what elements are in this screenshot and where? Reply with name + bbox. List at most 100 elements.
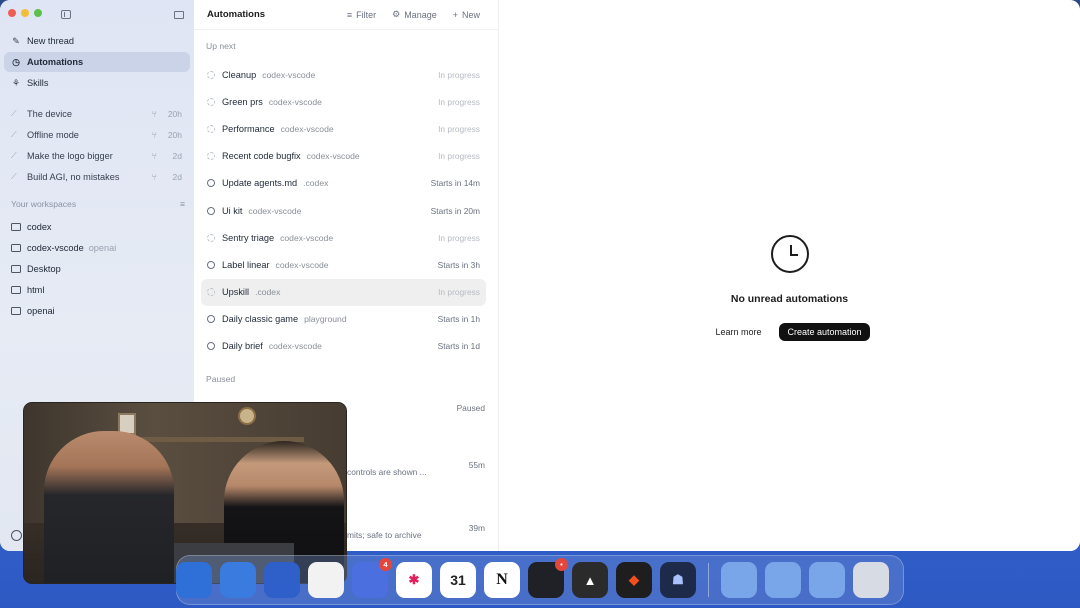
folder-icon bbox=[11, 285, 21, 294]
calendar-day: 31 bbox=[450, 572, 466, 588]
branch-icon: ⑂ bbox=[151, 150, 157, 161]
status-circle-icon bbox=[207, 315, 215, 324]
trash-icon[interactable] bbox=[853, 562, 889, 598]
filter-button[interactable]: ≡ Filter bbox=[347, 9, 376, 20]
automation-row[interactable]: Upskill .codex In progress bbox=[201, 278, 486, 306]
workspace-item[interactable]: html bbox=[4, 279, 190, 300]
branch-icon: ⑂ bbox=[151, 108, 157, 119]
thread-item[interactable]: ⟋ The device ⑂ 20h bbox=[4, 103, 190, 124]
chatgpt-icon[interactable] bbox=[308, 562, 344, 598]
thread-item[interactable]: ⟋ Make the logo bigger ⑂ 2d bbox=[4, 145, 190, 166]
ghost-app-icon[interactable]: ☗ bbox=[660, 562, 696, 598]
manage-label: Manage bbox=[404, 9, 437, 20]
sidebar-item-new-thread[interactable]: ✎ New thread bbox=[4, 31, 190, 51]
slack-icon[interactable]: ✱ bbox=[396, 562, 432, 598]
create-automation-button[interactable]: Create automation bbox=[779, 323, 870, 341]
automation-name: Update agents.md bbox=[222, 178, 298, 189]
window-controls bbox=[8, 9, 42, 17]
filter-icon: ≡ bbox=[346, 9, 353, 20]
workspace-label: codex bbox=[27, 221, 52, 232]
minimize-window-button[interactable] bbox=[21, 9, 29, 17]
thread-label: Offline mode bbox=[27, 129, 79, 140]
automation-status: 55m bbox=[468, 460, 485, 470]
thread-item[interactable]: ⟋ Build AGI, no mistakes ⑂ 2d bbox=[4, 166, 190, 187]
automation-status: In progress bbox=[438, 232, 480, 243]
workspace-item[interactable]: codex-vscode openai bbox=[4, 237, 190, 258]
new-button[interactable]: + New bbox=[453, 9, 480, 20]
skills-icon: ⚘ bbox=[11, 77, 21, 88]
workspace-sublabel: openai bbox=[88, 242, 117, 253]
thread-list: ⟋ The device ⑂ 20h ⟋ Offline mode ⑂ 20h … bbox=[4, 103, 190, 187]
safari-icon[interactable] bbox=[176, 562, 212, 598]
sidebar-nav: ✎ New thread ◷ Automations ⚘ Skills bbox=[4, 31, 190, 94]
edit-icon: ✎ bbox=[12, 35, 20, 46]
thread-item[interactable]: ⟋ Offline mode ⑂ 20h bbox=[4, 124, 190, 145]
sidebar-toggle-icon[interactable] bbox=[61, 10, 71, 19]
settings-icon[interactable] bbox=[11, 530, 22, 541]
sidebar-item-skills[interactable]: ⚘ Skills bbox=[4, 73, 190, 93]
automation-row[interactable]: Update agents.md .codex Starts in 14m bbox=[201, 170, 486, 197]
figma-icon[interactable]: ◆ bbox=[616, 562, 652, 598]
automation-status: Starts in 14m bbox=[430, 178, 480, 189]
sort-icon[interactable]: ≡ bbox=[180, 199, 185, 209]
automation-name: Daily brief bbox=[222, 341, 263, 352]
automation-project: codex-vscode bbox=[275, 259, 329, 270]
folder-icon[interactable] bbox=[721, 562, 757, 598]
finder-icon[interactable] bbox=[220, 562, 256, 598]
status-circle-icon bbox=[207, 206, 215, 215]
clock-icon: ◷ bbox=[12, 56, 20, 67]
mail-icon[interactable]: 4 bbox=[352, 558, 392, 598]
folder-icon bbox=[11, 222, 21, 231]
workspace-label: openai bbox=[27, 305, 55, 316]
zoom-window-button[interactable] bbox=[34, 9, 42, 17]
automation-project: codex-vscode bbox=[280, 123, 334, 134]
close-window-button[interactable] bbox=[8, 9, 16, 17]
workspaces-title: Your workspaces bbox=[11, 199, 77, 209]
manage-button[interactable]: ⚙ Manage bbox=[392, 9, 437, 20]
automation-summary: mits; safe to archive bbox=[347, 530, 422, 540]
folder-icon bbox=[11, 306, 21, 315]
downloads-folder-icon[interactable] bbox=[765, 562, 801, 598]
automation-row[interactable]: Recent code bugfix codex-vscode In progres… bbox=[201, 143, 486, 170]
notion-icon[interactable]: N bbox=[484, 562, 520, 598]
folder-icon bbox=[11, 264, 21, 273]
empty-state-title: No unread automations bbox=[730, 293, 849, 305]
automation-project: .codex bbox=[255, 287, 281, 298]
workspace-label: Desktop bbox=[27, 263, 61, 274]
workspace-item[interactable]: openai bbox=[4, 300, 190, 321]
learn-more-button[interactable]: Learn more bbox=[709, 323, 767, 341]
automation-row[interactable]: Ui kit codex-vscode Starts in 20m bbox=[201, 197, 486, 224]
automation-name: Ui kit bbox=[222, 205, 243, 216]
list-header: Automations ≡ Filter ⚙ Manage + New bbox=[194, 0, 498, 30]
browser-icon[interactable] bbox=[264, 562, 300, 598]
sidebar-item-label: Automations bbox=[27, 57, 84, 67]
automation-name: Recent code bugfix bbox=[222, 151, 301, 162]
pin-icon: ⟋ bbox=[11, 171, 17, 181]
status-spinner-icon bbox=[207, 70, 215, 79]
calendar-icon[interactable]: 31 bbox=[440, 562, 476, 598]
empty-state-actions: Learn more Create automation bbox=[709, 323, 870, 341]
automation-row[interactable]: Cleanup codex-vscode In progress bbox=[201, 61, 486, 88]
thread-age: 2d bbox=[172, 150, 182, 161]
automation-row[interactable]: Sentry triage codex-vscode In progress bbox=[201, 224, 486, 251]
automation-row[interactable]: Daily classic game playground Starts in 1h bbox=[201, 306, 486, 333]
automation-project: codex-vscode bbox=[262, 69, 316, 80]
workspace-item[interactable]: codex bbox=[4, 216, 190, 237]
new-folder-icon[interactable] bbox=[174, 11, 184, 19]
automation-project: playground bbox=[304, 314, 347, 325]
new-label: New bbox=[461, 9, 480, 20]
linear-icon[interactable]: • bbox=[528, 558, 568, 598]
cube-app-icon[interactable]: ▲ bbox=[572, 562, 608, 598]
automation-row[interactable]: Daily brief codex-vscode Starts in 1d bbox=[201, 333, 486, 360]
applications-folder-icon[interactable] bbox=[809, 562, 845, 598]
thread-label: Make the logo bigger bbox=[27, 150, 113, 161]
status-circle-icon bbox=[207, 260, 215, 269]
workspace-item[interactable]: Desktop bbox=[4, 258, 190, 279]
automation-row[interactable]: Performance codex-vscode In progress bbox=[201, 115, 486, 142]
dock-separator bbox=[708, 563, 709, 597]
automation-row[interactable]: Green prs codex-vscode In progress bbox=[201, 88, 486, 115]
sidebar-item-automations[interactable]: ◷ Automations bbox=[4, 52, 190, 72]
automation-name: Cleanup bbox=[222, 69, 257, 80]
automation-status: In progress bbox=[438, 287, 480, 298]
automation-row[interactable]: Label linear codex-vscode Starts in 3h bbox=[201, 251, 486, 278]
